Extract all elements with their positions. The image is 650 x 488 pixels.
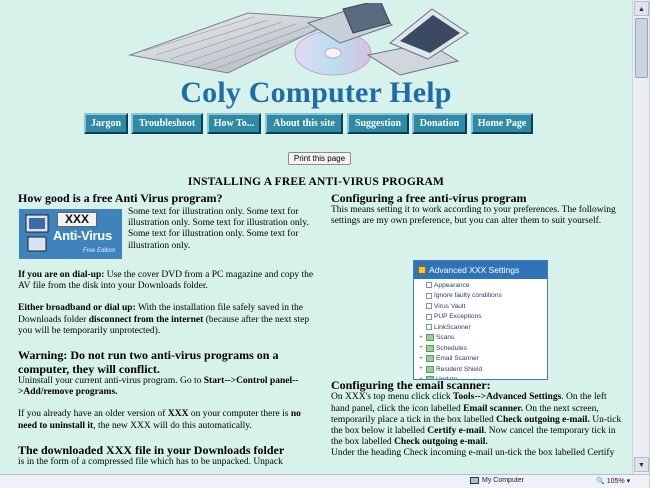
settings-title-bar: Advanced XXX Settings xyxy=(414,261,547,279)
print-button[interactable]: Print this page xyxy=(288,152,351,165)
configuring-heading: Configuring a free anti-virus program xyxy=(331,191,527,205)
settings-item: + Scans xyxy=(418,333,547,344)
av-edition-label: Free Edition xyxy=(83,248,116,254)
settings-item-label: Virus Vault xyxy=(434,302,466,310)
av-brand-label: XXX xyxy=(57,212,97,227)
zoom-level: 105% xyxy=(606,477,625,485)
section-heading-free-av: How good is a free Anti Virus program? xyxy=(18,191,223,205)
settings-item-label: Email Scanner xyxy=(436,355,479,363)
folder-icon xyxy=(426,344,434,352)
configuring-paragraph: This means setting it to work according … xyxy=(331,205,616,227)
page-heading: INSTALLING A FREE ANTI-VIRUS PROGRAM xyxy=(187,176,445,188)
settings-item: PUP Exceptions xyxy=(418,312,547,323)
settings-item: + Resident Shield xyxy=(418,364,547,375)
settings-item: + Update xyxy=(418,375,547,380)
compressed-file-paragraph: is in the form of a compressed file whic… xyxy=(18,456,283,467)
nav-donation[interactable]: Donation xyxy=(412,113,467,134)
dialup-paragraph: If you are on dial-up: Use the cover DVD… xyxy=(18,270,314,292)
nav-home-page[interactable]: Home Page xyxy=(471,113,533,134)
page-icon xyxy=(426,292,432,299)
page-icon xyxy=(426,313,432,320)
expand-plus-icon: + xyxy=(419,345,423,352)
header-image xyxy=(128,3,469,76)
email-scanner-paragraph: On XXX's top menu click click Tools-->Ad… xyxy=(331,392,622,448)
nav-troubleshoot[interactable]: Troubleshoot xyxy=(131,113,203,134)
older-version-paragraph: If you already have an older version of … xyxy=(18,409,301,431)
vertical-scrollbar[interactable]: ▲ ▼ xyxy=(632,0,649,474)
folder-icon xyxy=(426,334,434,342)
page-icon xyxy=(426,282,432,289)
settings-item: Virus Vault xyxy=(418,301,547,312)
email-scanner-heading: Configuring the email scanner: xyxy=(331,378,491,393)
downloads-heading: The downloaded XXX file in your Download… xyxy=(18,442,285,457)
left-column: How good is a free Anti Virus program? X… xyxy=(18,191,314,468)
zoom-control[interactable]: 🔍 105% ▾ xyxy=(596,477,631,486)
settings-item-label: Scans xyxy=(436,334,455,342)
scrollbar-thumb[interactable] xyxy=(635,18,648,78)
expand-plus-icon: + xyxy=(419,366,423,373)
av-product-label: Anti-Virus xyxy=(53,228,112,243)
status-bar: My Computer 🔍 105% ▾ xyxy=(0,474,649,488)
folder-icon xyxy=(426,355,434,363)
settings-item-label: PUP Exceptions xyxy=(434,313,482,321)
folder-icon xyxy=(426,365,434,373)
browser-window: Coly Computer Help Jargon Troubleshoot H… xyxy=(0,0,650,488)
settings-tree: Appearance Ignore faulty conditions Virus … xyxy=(414,279,547,380)
uninstall-paragraph: Uninstall your current anti-virus progra… xyxy=(18,376,299,398)
settings-item-label: Ignore faulty conditions xyxy=(434,292,502,300)
broadband-paragraph: Either broadband or dial up: With the in… xyxy=(18,303,310,336)
settings-item-label: Update xyxy=(436,376,458,380)
settings-item: Appearance xyxy=(418,280,547,291)
expand-plus-icon: + xyxy=(419,334,423,341)
settings-item: + Email Scanner xyxy=(418,354,547,365)
scroll-down-arrow-icon[interactable]: ▼ xyxy=(634,457,649,472)
zoom-icon: 🔍 xyxy=(596,478,605,485)
nav-how-to[interactable]: How To... xyxy=(207,113,261,134)
settings-title: Advanced XXX Settings xyxy=(429,265,520,275)
nav-suggestion[interactable]: Suggestion xyxy=(347,113,409,134)
page-icon xyxy=(426,324,432,331)
expand-plus-icon: + xyxy=(419,376,423,380)
scroll-up-arrow-icon[interactable]: ▲ xyxy=(634,1,649,16)
settings-item-label: Resident Shield xyxy=(436,365,483,373)
page-content: Coly Computer Help Jargon Troubleshoot H… xyxy=(0,0,632,474)
settings-item-label: Schedules xyxy=(436,344,467,352)
security-zone-label: My Computer xyxy=(482,477,525,484)
settings-item: + Schedules xyxy=(418,343,547,354)
settings-item-label: Appearance xyxy=(434,281,470,289)
page-icon xyxy=(426,303,432,310)
security-zone: My Computer xyxy=(470,477,524,484)
warning-heading: Warning: Do not run two anti-virus progr… xyxy=(18,348,279,377)
nav-jargon[interactable]: Jargon xyxy=(84,113,128,134)
advanced-settings-screenshot: Advanced XXX Settings Appearance Ignore f… xyxy=(413,260,548,380)
settings-item: LinkScanner xyxy=(418,322,547,333)
settings-app-icon xyxy=(418,266,426,274)
incoming-email-paragraph: Under the heading Check incoming e-mail … xyxy=(331,448,615,459)
expand-plus-icon: + xyxy=(419,355,423,362)
settings-item: Ignore faulty conditions xyxy=(418,291,547,302)
chevron-down-icon[interactable]: ▾ xyxy=(627,477,631,485)
nav-about[interactable]: About this site xyxy=(265,113,343,134)
site-title: Coly Computer Help xyxy=(180,76,452,109)
computer-zone-icon xyxy=(470,477,479,484)
settings-item-label: LinkScanner xyxy=(434,323,471,331)
anti-virus-image: XXX Anti-Virus Free Edition xyxy=(19,209,122,259)
computer-icon xyxy=(25,214,49,252)
nav-bar: Jargon Troubleshoot How To... About this… xyxy=(0,113,632,135)
folder-icon xyxy=(426,376,434,379)
